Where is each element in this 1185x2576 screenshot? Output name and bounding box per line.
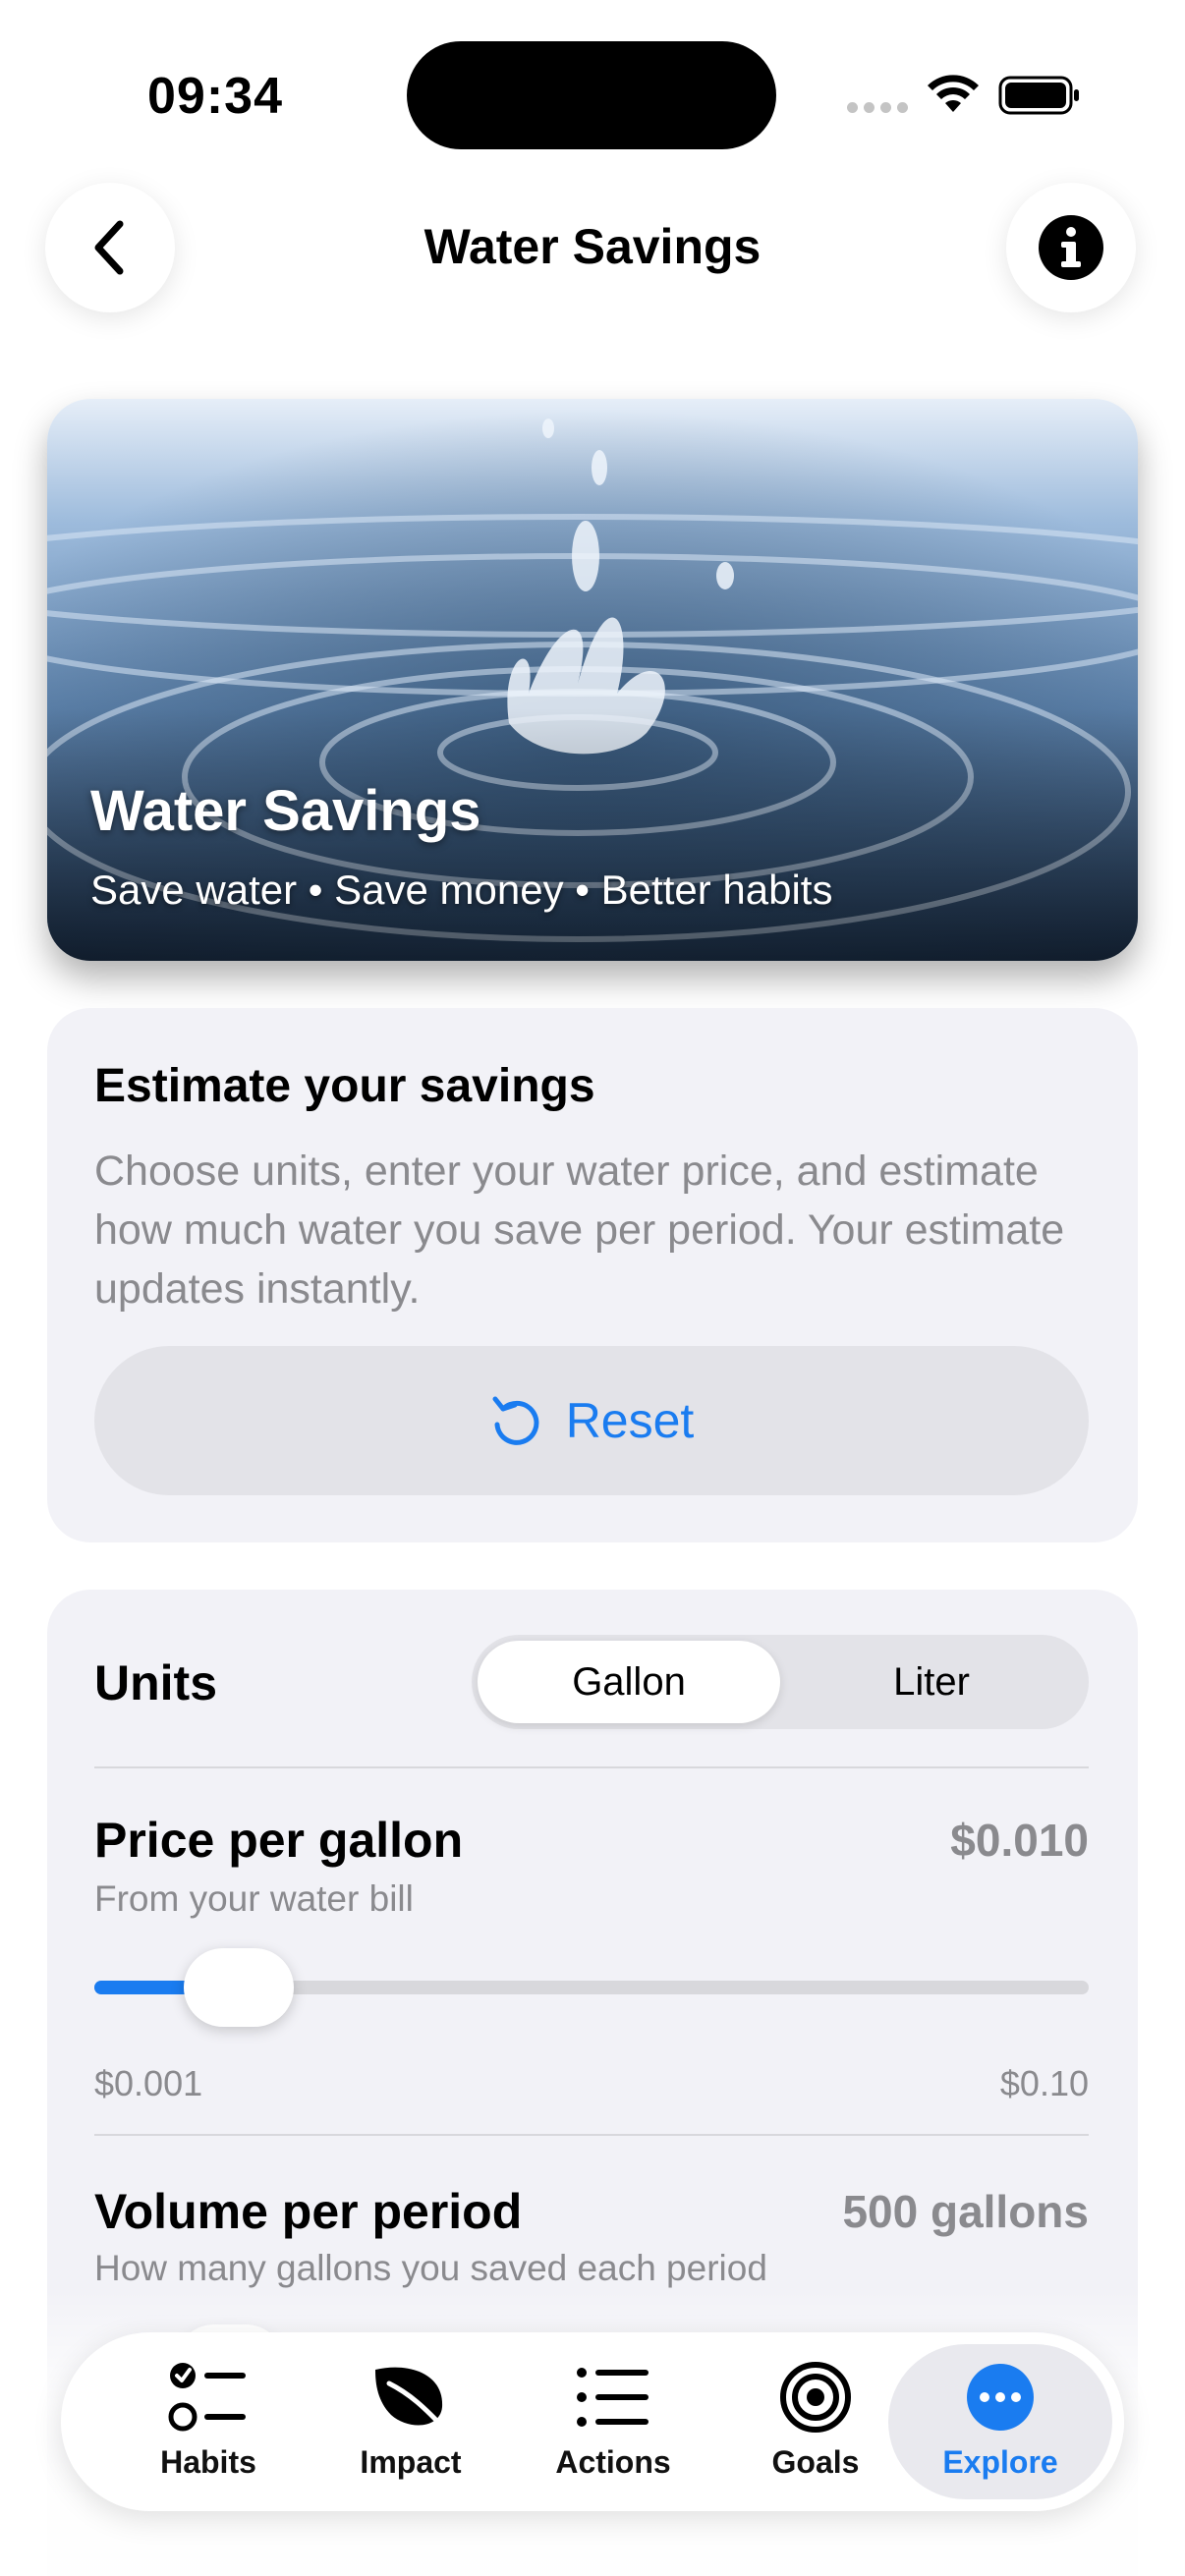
reset-icon (492, 1396, 539, 1445)
price-subtitle: From your water bill (94, 1878, 414, 1919)
price-label: Price per gallon (94, 1813, 464, 1868)
tab-impact[interactable]: Impact (314, 2344, 507, 2499)
estimate-heading: Estimate your savings (94, 1060, 595, 1112)
info-button[interactable] (1006, 183, 1136, 312)
price-max-label: $0.10 (999, 2063, 1089, 2103)
divider (94, 2134, 1089, 2136)
volume-value: 500 gallons (842, 2186, 1089, 2237)
tab-explore[interactable]: Explore (888, 2344, 1112, 2499)
units-option-liter[interactable]: Liter (780, 1641, 1083, 1723)
tab-goals[interactable]: Goals (719, 2344, 912, 2499)
checklist-icon (168, 2363, 246, 2432)
tab-label: Actions (555, 2444, 671, 2480)
leaf-icon (375, 2367, 449, 2434)
units-option-gallon[interactable]: Gallon (478, 1641, 780, 1723)
tab-label: Explore (942, 2444, 1058, 2480)
reset-label: Reset (565, 1393, 695, 1448)
volume-subtitle: How many gallons you saved each period (94, 2248, 767, 2288)
units-segmented-control[interactable]: Gallon Liter (472, 1635, 1089, 1729)
tab-bar: Habits Impact Actions Goals Explore (61, 2332, 1124, 2511)
price-min-label: $0.001 (94, 2063, 203, 2103)
units-label: Units (94, 1655, 217, 1710)
list-icon (577, 2368, 649, 2427)
hero-subtitle: Save water • Save money • Better habits (90, 867, 833, 913)
tab-habits[interactable]: Habits (112, 2344, 305, 2499)
status-bar: 09:34 (0, 0, 1185, 187)
estimate-card: Estimate your savings Choose units, ente… (47, 1008, 1138, 1542)
dynamic-island (407, 41, 776, 149)
price-value: $0.010 (950, 1815, 1089, 1866)
status-time: 09:34 (147, 68, 283, 125)
tab-actions[interactable]: Actions (517, 2344, 709, 2499)
cellular-signal-icon (847, 102, 908, 113)
tab-label: Habits (160, 2444, 256, 2480)
info-icon (1039, 215, 1103, 280)
volume-label: Volume per period (94, 2184, 523, 2239)
price-slider-thumb[interactable] (184, 1948, 295, 2027)
more-icon (967, 2364, 1034, 2431)
hero-title: Water Savings (90, 779, 481, 843)
estimate-description: Choose units, enter your water price, an… (94, 1148, 1065, 1313)
tab-label: Goals (771, 2444, 860, 2480)
wifi-icon (928, 75, 979, 112)
battery-icon (998, 76, 1079, 115)
reset-button[interactable]: Reset (94, 1346, 1089, 1495)
target-icon (780, 2362, 851, 2433)
divider (94, 1766, 1089, 1768)
price-slider[interactable] (94, 1948, 1089, 2027)
tab-label: Impact (360, 2444, 462, 2480)
